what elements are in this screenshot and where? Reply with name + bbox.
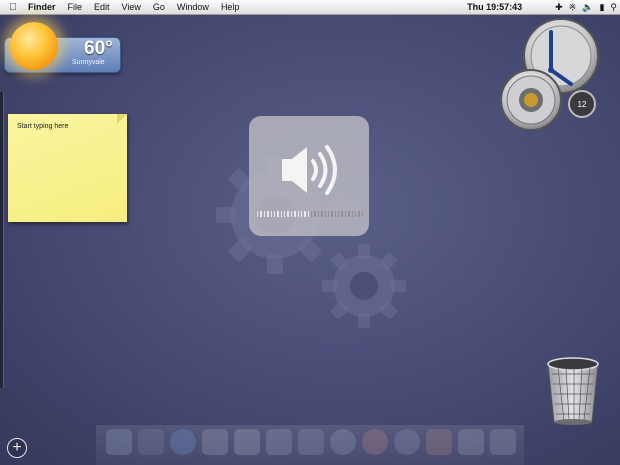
- menu-bar:  Finder File Edit View Go Window Help T…: [0, 0, 620, 15]
- sticky-note-text[interactable]: Start typing here: [17, 123, 68, 130]
- volume-segment: [311, 211, 313, 217]
- volume-segment: [260, 211, 262, 217]
- volume-segment: [331, 211, 333, 217]
- sticky-note-fold: [117, 114, 127, 124]
- volume-segment: [351, 211, 353, 217]
- apple-icon[interactable]: : [0, 2, 26, 13]
- menubar-clock[interactable]: Thu 19:57:43: [464, 0, 552, 14]
- battery-icon[interactable]: ▮: [596, 0, 607, 14]
- volume-segment: [273, 211, 276, 217]
- volume-segment: [307, 211, 309, 217]
- volume-segment: [263, 211, 266, 217]
- menu-window[interactable]: Window: [171, 0, 215, 14]
- volume-segment: [294, 211, 296, 217]
- volume-segment: [327, 211, 330, 217]
- sun-icon: [10, 22, 58, 70]
- volume-segment: [324, 211, 326, 217]
- volume-segment: [354, 211, 357, 217]
- volume-segment: [361, 211, 363, 217]
- quicktime-dock-icon[interactable]: [394, 429, 420, 455]
- itunes-dock-icon[interactable]: [330, 429, 356, 455]
- speaker-icon: [282, 145, 337, 195]
- volume-segment: [270, 211, 272, 217]
- dashboard-dock-icon[interactable]: [138, 429, 164, 455]
- sticky-note-widget[interactable]: Start typing here: [8, 114, 127, 222]
- volume-segment: [344, 211, 347, 217]
- volume-segment: [334, 211, 336, 217]
- volume-segment: [321, 211, 323, 217]
- menu-edit[interactable]: Edit: [88, 0, 116, 14]
- volume-segment: [358, 211, 360, 217]
- volume-segment: [314, 211, 316, 217]
- volume-segment: [338, 211, 340, 217]
- weather-city: Sunnyvale: [72, 59, 105, 66]
- volume-icon[interactable]: 🔈: [579, 0, 596, 14]
- volume-segment: [284, 211, 286, 217]
- addressbook-dock-icon[interactable]: [266, 429, 292, 455]
- plus-icon[interactable]: ✚: [552, 0, 566, 14]
- volume-segment: [341, 211, 343, 217]
- volume-segment: [317, 211, 320, 217]
- volume-segment: [257, 211, 259, 217]
- preferences-dock-icon[interactable]: [426, 429, 452, 455]
- clock-dial-number: 12: [578, 100, 587, 109]
- volume-segment: [300, 211, 303, 217]
- volume-segment: [277, 211, 279, 217]
- ichat-dock-icon[interactable]: [298, 429, 324, 455]
- volume-overlay: [249, 116, 369, 236]
- iphoto-dock-icon[interactable]: [362, 429, 388, 455]
- downloads-dock-icon[interactable]: [490, 429, 516, 455]
- volume-segment: [290, 211, 293, 217]
- volume-segment: [267, 211, 269, 217]
- status-area: Thu 19:57:43 ✚ ※ 🔈 ▮ ⚲: [464, 0, 620, 14]
- safari-dock-icon[interactable]: [170, 429, 196, 455]
- menu-help[interactable]: Help: [215, 0, 246, 14]
- menu-go[interactable]: Go: [147, 0, 171, 14]
- volume-segment: [348, 211, 350, 217]
- bluetooth-icon[interactable]: ※: [566, 0, 580, 14]
- spotlight-search-icon[interactable]: ⚲: [607, 0, 620, 14]
- trash-icon[interactable]: [544, 356, 602, 428]
- volume-segment: [297, 211, 299, 217]
- ical-dock-icon[interactable]: [234, 429, 260, 455]
- volume-segment: [287, 211, 289, 217]
- menu-view[interactable]: View: [116, 0, 147, 14]
- weather-temperature: 60°: [84, 38, 113, 59]
- volume-segment: [304, 211, 306, 217]
- finder-dock-icon[interactable]: [106, 429, 132, 455]
- dashboard-gear-small-icon: [322, 244, 406, 328]
- left-edge-strip: [0, 92, 4, 388]
- volume-level-bar: [257, 211, 363, 217]
- documents-dock-icon[interactable]: [458, 429, 484, 455]
- menu-finder[interactable]: Finder: [26, 0, 62, 14]
- clock-widget[interactable]: 12: [489, 18, 601, 130]
- volume-segment: [280, 211, 282, 217]
- menu-file[interactable]: File: [62, 0, 89, 14]
- add-widget-icon[interactable]: +: [7, 438, 27, 458]
- mail-dock-icon[interactable]: [202, 429, 228, 455]
